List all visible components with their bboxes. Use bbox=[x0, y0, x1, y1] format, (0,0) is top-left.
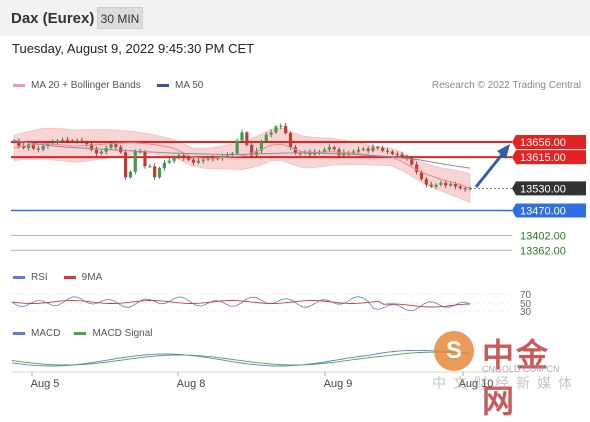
x-axis-label: Aug 8 bbox=[177, 378, 206, 390]
candle bbox=[424, 179, 428, 185]
candle bbox=[187, 158, 191, 160]
candle bbox=[298, 153, 302, 155]
legend-rsi-label: RSI bbox=[31, 272, 48, 283]
x-axis-label: Aug 9 bbox=[324, 378, 353, 390]
candle bbox=[196, 160, 200, 163]
candle bbox=[36, 148, 40, 150]
candle bbox=[322, 149, 327, 152]
price-tag-label: 13470.00 bbox=[520, 206, 566, 218]
candle bbox=[361, 148, 365, 150]
legend-macd-signal-label: MACD Signal bbox=[92, 328, 153, 339]
candle bbox=[191, 159, 196, 163]
candle bbox=[371, 147, 375, 151]
candle bbox=[148, 166, 152, 168]
candle bbox=[376, 147, 380, 149]
candle bbox=[269, 132, 273, 135]
candle bbox=[458, 186, 462, 189]
candle bbox=[327, 147, 331, 150]
candle bbox=[240, 132, 244, 141]
rsi-ma-line bbox=[11, 300, 471, 308]
candle bbox=[123, 152, 128, 178]
candle bbox=[468, 188, 472, 190]
legend-rsi-swatch bbox=[13, 276, 25, 279]
candle bbox=[225, 155, 230, 157]
candle bbox=[332, 147, 336, 150]
candle bbox=[80, 140, 84, 142]
price-tag-label: 13615.00 bbox=[520, 152, 566, 164]
candle bbox=[284, 125, 288, 134]
candle bbox=[429, 184, 433, 187]
legend-rsi: RSI 9MA bbox=[13, 272, 102, 283]
candle bbox=[143, 151, 147, 167]
candle bbox=[434, 184, 438, 187]
candle bbox=[235, 140, 239, 154]
candle bbox=[99, 151, 103, 154]
candle bbox=[172, 157, 176, 161]
candle bbox=[279, 125, 283, 127]
legend-macd-label: MACD bbox=[31, 328, 61, 339]
candle bbox=[162, 162, 166, 169]
candle bbox=[41, 146, 45, 150]
rsi-level-label: 30 bbox=[520, 307, 532, 318]
candle bbox=[85, 142, 89, 145]
candle bbox=[448, 183, 453, 186]
candle bbox=[60, 139, 65, 141]
candle bbox=[381, 147, 385, 151]
legend-macd-swatch bbox=[13, 332, 25, 335]
candle bbox=[395, 153, 399, 155]
rsi-line bbox=[11, 296, 471, 312]
candle bbox=[177, 155, 181, 158]
candle bbox=[400, 154, 404, 156]
candle bbox=[288, 133, 293, 148]
candle bbox=[65, 139, 69, 141]
candle bbox=[385, 150, 390, 152]
watermark-subtitle: 中文财经新媒体 bbox=[432, 375, 579, 391]
candle bbox=[453, 183, 458, 187]
candle bbox=[274, 126, 278, 133]
legend-rsi-ma-label: 9MA bbox=[81, 272, 103, 283]
watermark-logo-icon: S bbox=[434, 331, 474, 371]
price-tag-label: 13402.00 bbox=[520, 231, 566, 243]
legend-macd: MACD MACD Signal bbox=[13, 328, 152, 339]
candle bbox=[390, 151, 394, 154]
candle bbox=[51, 142, 55, 144]
macd-line bbox=[11, 349, 471, 367]
candle bbox=[70, 140, 74, 142]
candle bbox=[245, 132, 249, 145]
candle bbox=[366, 148, 370, 151]
candle bbox=[75, 140, 79, 142]
candle bbox=[264, 134, 268, 142]
candle bbox=[109, 144, 113, 148]
candle bbox=[356, 149, 361, 152]
candle bbox=[182, 155, 186, 159]
candle bbox=[167, 160, 171, 163]
candle bbox=[439, 182, 443, 185]
candle bbox=[463, 188, 467, 190]
price-tag-label: 13362.00 bbox=[520, 245, 566, 257]
candle bbox=[56, 140, 60, 143]
x-axis-label: Aug 5 bbox=[31, 378, 60, 390]
price-tag-label: 13530.00 bbox=[520, 183, 566, 195]
legend-rsi-ma-swatch bbox=[63, 276, 76, 279]
legend-macd-signal-swatch bbox=[74, 332, 87, 335]
price-tag-label: 13656.00 bbox=[520, 137, 566, 149]
candle bbox=[293, 147, 297, 154]
candle bbox=[444, 182, 448, 186]
watermark: S 中金网 CNGOLD.COM.CN 中文财经新媒体 bbox=[432, 330, 582, 419]
candle bbox=[157, 168, 162, 178]
candle bbox=[128, 171, 133, 178]
candle bbox=[114, 144, 118, 148]
candle bbox=[201, 159, 205, 161]
candle bbox=[94, 149, 99, 154]
candle bbox=[133, 151, 137, 172]
candle bbox=[153, 166, 157, 178]
